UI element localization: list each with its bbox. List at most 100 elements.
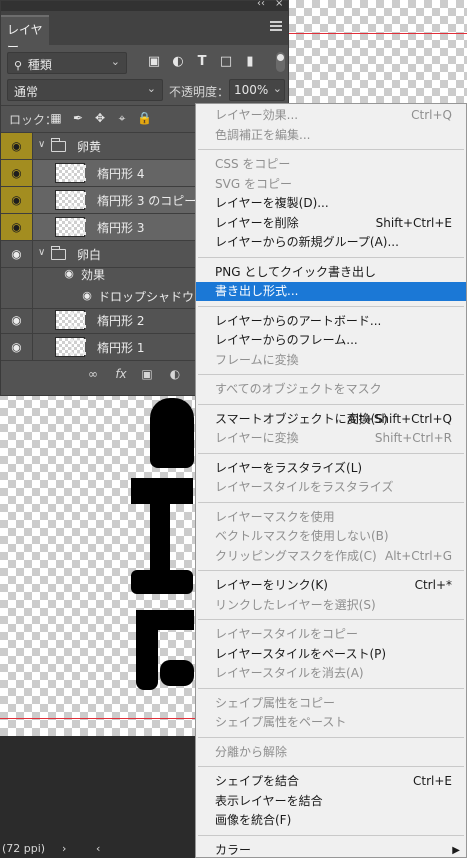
panel-top-bar: ‹‹ ×: [1, 0, 288, 11]
menu-item-label: PNG としてクイック書き出し: [215, 264, 376, 279]
adjustment-filter-icon[interactable]: ◐: [171, 55, 185, 69]
shape-filter-icon[interactable]: □: [219, 55, 233, 69]
adjustment-icon[interactable]: ◐: [167, 367, 183, 381]
menu-item[interactable]: SVG をコピー: [196, 175, 466, 194]
menu-item-shortcut: Ctrl+*: [414, 578, 452, 592]
visibility-eye-icon[interactable]: ◉: [63, 268, 75, 280]
status-more-icon[interactable]: ‹: [96, 842, 100, 855]
eye-spacer: [1, 285, 33, 308]
lock-paint-icon[interactable]: ✒: [71, 111, 85, 125]
close-panel-icon[interactable]: ×: [275, 0, 283, 9]
menu-separator: [198, 619, 464, 620]
image-filter-icon[interactable]: ▣: [147, 55, 161, 69]
menu-item[interactable]: レイヤースタイルをラスタライズ: [196, 478, 466, 497]
eye-spacer: [1, 263, 33, 285]
menu-item[interactable]: レイヤースタイルを消去(A): [196, 664, 466, 683]
filter-toggle[interactable]: [276, 52, 285, 72]
chevron-down-icon[interactable]: ∨: [38, 139, 45, 150]
visibility-eye-icon[interactable]: ◉: [1, 160, 33, 186]
layer-name: 楕円形 1: [97, 341, 145, 355]
lock-transparent-icon[interactable]: ▦: [49, 111, 63, 125]
submenu-arrow-icon: ▶: [452, 844, 460, 856]
menu-item-label: レイヤーに変換: [215, 431, 299, 445]
panel-menu-icon[interactable]: [270, 21, 282, 33]
menu-item[interactable]: 画像を統合(F): [196, 811, 466, 830]
lock-artboard-icon[interactable]: ⌖: [115, 111, 129, 125]
menu-item[interactable]: レイヤーに変換 Shift+Ctrl+R: [196, 429, 466, 448]
collapse-panel-icon[interactable]: ‹‹: [257, 0, 265, 9]
lock-position-icon[interactable]: ✥: [93, 111, 107, 125]
menu-item-label: レイヤーからのアートボード...: [215, 313, 382, 328]
menu-item-label: 書き出し形式...: [215, 284, 299, 298]
menu-item[interactable]: シェイプを結合 Ctrl+E: [196, 772, 466, 791]
menu-item[interactable]: 書き出し形式...: [196, 282, 466, 301]
menu-item-label: 画像を統合(F): [215, 813, 292, 827]
shape-layer-icon: [70, 165, 86, 181]
menu-item[interactable]: レイヤーからの新規グループ(A)...: [196, 233, 466, 252]
menu-item[interactable]: レイヤー効果... Ctrl+Q: [196, 106, 466, 125]
menu-item[interactable]: フレームに変換: [196, 351, 466, 370]
artwork-fragment: [136, 630, 158, 690]
menu-item-label: すべてのオブジェクトをマスク: [215, 382, 382, 396]
link-icon[interactable]: ∞: [85, 367, 101, 381]
visibility-eye-icon[interactable]: ◉: [81, 290, 93, 302]
menu-item-label: 色調補正を編集...: [215, 127, 311, 142]
menu-item-label: レイヤーをラスタライズ(L): [215, 460, 363, 475]
menu-item-label: シェイプ属性をコピー: [215, 695, 336, 710]
menu-item[interactable]: カラー ▶: [196, 841, 466, 858]
artwork-fragment: [150, 398, 194, 468]
zoom-info: (72 ppi): [2, 842, 46, 855]
status-bar: (72 ppi) › ‹: [0, 840, 195, 858]
layer-name: 卵白: [77, 248, 102, 262]
menu-item[interactable]: すべてのオブジェクトをマスク: [196, 380, 466, 399]
menu-item[interactable]: レイヤーをリンク(K) Ctrl+*: [196, 576, 466, 595]
menu-item-shortcut: Ctrl+Q: [411, 108, 452, 122]
menu-item[interactable]: レイヤーマスクを使用: [196, 508, 466, 527]
menu-item[interactable]: 表示レイヤーを結合: [196, 792, 466, 811]
smart-object-filter-icon[interactable]: ▮: [243, 55, 257, 69]
status-arrow-icon[interactable]: ›: [62, 842, 66, 855]
menu-item[interactable]: シェイプ属性をペースト: [196, 713, 466, 732]
visibility-eye-icon[interactable]: ◉: [1, 187, 33, 213]
shape-layer-icon: [70, 219, 86, 235]
menu-item[interactable]: レイヤーからのアートボード...: [196, 312, 466, 331]
menu-item[interactable]: クリッピングマスクを作成(C) Alt+Ctrl+G: [196, 547, 466, 566]
menu-item[interactable]: レイヤーをラスタライズ(L): [196, 459, 466, 478]
menu-item[interactable]: シェイプ属性をコピー: [196, 694, 466, 713]
visibility-eye-icon[interactable]: ◉: [1, 133, 33, 159]
opacity-value: 100%: [234, 83, 269, 97]
visibility-eye-icon[interactable]: ◉: [1, 307, 33, 333]
menu-item[interactable]: リンクしたレイヤーを選択(S): [196, 596, 466, 615]
layer-name: 卵黄: [77, 140, 102, 154]
menu-item[interactable]: 色調補正を編集...: [196, 126, 466, 145]
menu-item[interactable]: レイヤーを削除 Shift+Ctrl+E: [196, 214, 466, 233]
chevron-down-icon[interactable]: ∨: [38, 247, 45, 258]
menu-item[interactable]: 分離から解除: [196, 743, 466, 762]
menu-item[interactable]: CSS をコピー: [196, 155, 466, 174]
shape-layer-icon: [70, 192, 86, 208]
menu-separator: [198, 687, 464, 689]
tab-layers[interactable]: レイヤー: [1, 15, 49, 54]
opacity-field[interactable]: 100% ⌄: [229, 79, 285, 101]
shape-layer-icon: [70, 312, 86, 328]
menu-item[interactable]: レイヤースタイルをコピー: [196, 625, 466, 644]
lock-all-icon[interactable]: 🔒: [137, 111, 152, 125]
kind-filter-value: 種類: [27, 58, 52, 72]
menu-item[interactable]: レイヤーからのフレーム...: [196, 331, 466, 350]
visibility-eye-icon[interactable]: ◉: [1, 334, 33, 360]
menu-item[interactable]: PNG としてクイック書き出し: [196, 263, 466, 282]
visibility-eye-icon[interactable]: ◉: [1, 214, 33, 240]
kind-filter-dropdown[interactable]: ⚲ 種類 ⌄: [7, 52, 127, 74]
menu-item[interactable]: レイヤーを複製(D)...: [196, 194, 466, 213]
blend-mode-dropdown[interactable]: 通常 ⌄: [7, 79, 163, 101]
menu-item[interactable]: ベクトルマスクを使用しない(B): [196, 527, 466, 546]
menu-item[interactable]: レイヤースタイルをペースト(P): [196, 645, 466, 664]
mask-icon[interactable]: ▣: [139, 367, 155, 381]
opacity-label: 不透明度：: [169, 85, 230, 99]
menu-item-label: レイヤーからのフレーム...: [215, 333, 358, 347]
menu-item-shortcut: Shift+Ctrl+E: [375, 215, 452, 230]
menu-item[interactable]: スマートオブジェクトに変換(S) Alt+Shift+Ctrl+Q: [196, 410, 466, 429]
type-filter-icon[interactable]: T: [195, 55, 209, 69]
menu-separator: [198, 452, 464, 454]
fx-icon[interactable]: fx: [113, 367, 129, 381]
